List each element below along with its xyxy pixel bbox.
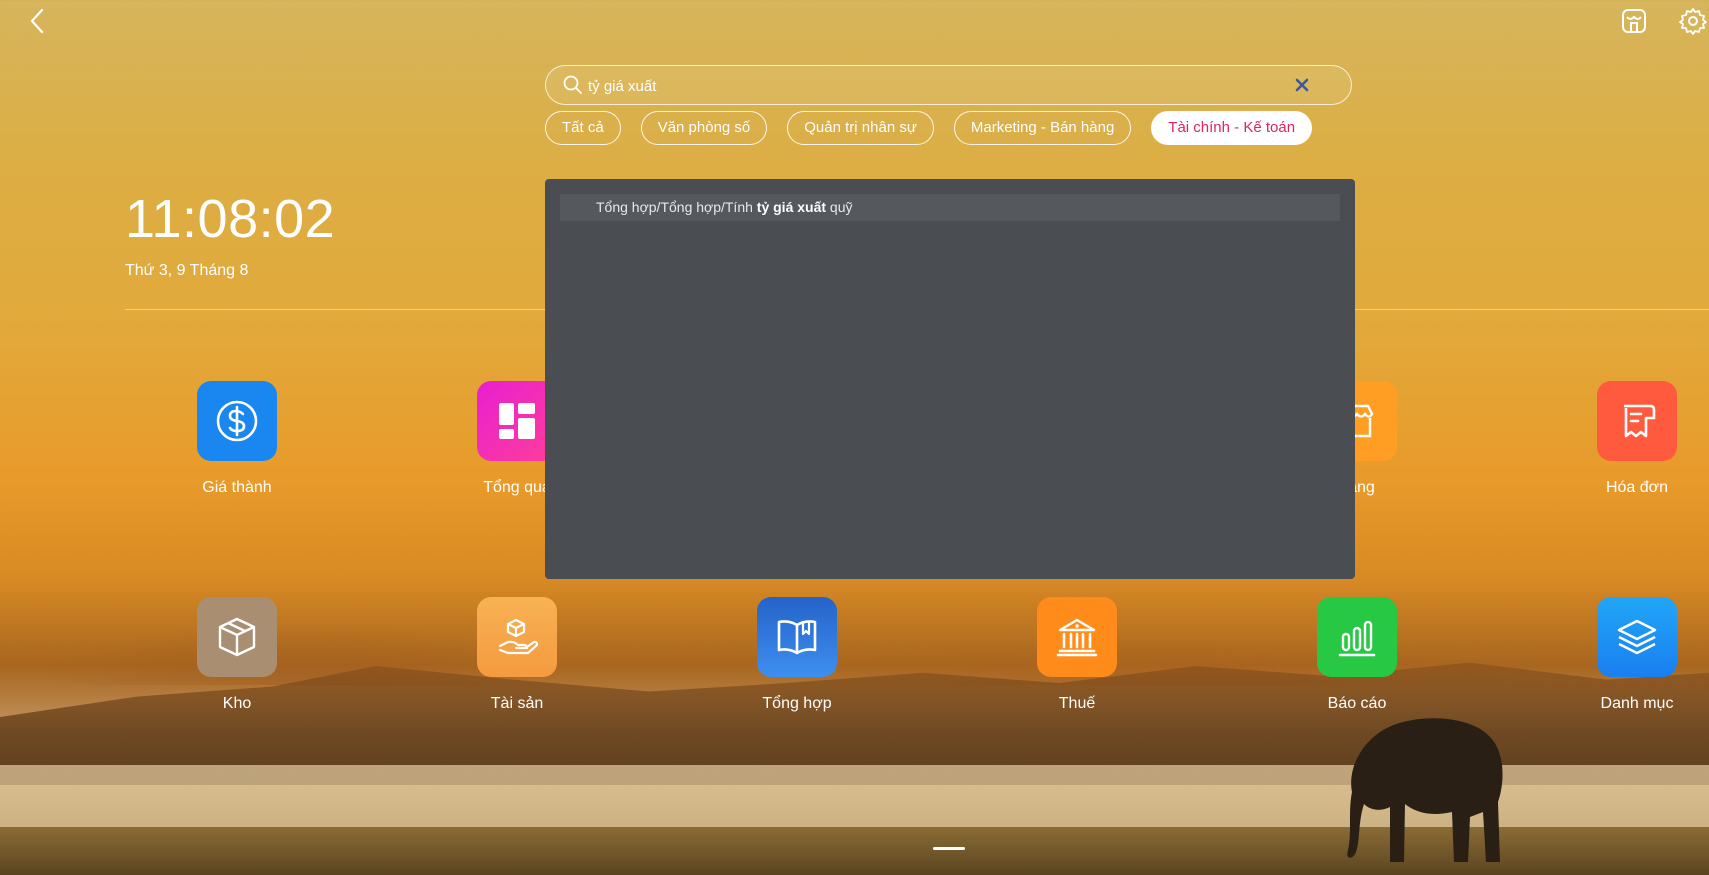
app-label: Báo cáo (1327, 695, 1387, 712)
app-tile (1037, 597, 1117, 677)
elephant-silhouette (1347, 718, 1503, 862)
result-path: Tổng hợp/Tổng hợp/Tính (596, 199, 757, 215)
store-button[interactable] (1619, 6, 1649, 36)
app-warehouse[interactable]: Kho (157, 597, 317, 713)
search-input[interactable] (586, 72, 1290, 100)
search-result-item[interactable]: Tổng hợp/Tổng hợp/Tính tỷ giá xuất quỹ (560, 194, 1340, 221)
receipt-icon (1624, 404, 1656, 438)
app-tile (757, 597, 837, 677)
dollar-circle-icon (216, 400, 258, 442)
app-label: Giá thành (202, 479, 272, 496)
app-tile (1597, 381, 1677, 461)
chevron-left-icon (30, 8, 44, 34)
dashboard-icon (499, 403, 535, 439)
layers-icon (1617, 619, 1657, 655)
clock-date: Thứ 3, 9 Tháng 8 (125, 262, 249, 279)
app-label: Kho (222, 695, 252, 712)
search-bar (545, 65, 1352, 105)
app-label: Tài sản (490, 695, 544, 712)
clear-search-icon[interactable] (1293, 76, 1311, 94)
search-icon (563, 75, 582, 94)
app-tile (197, 381, 277, 461)
category-filter: Tất cả Văn phòng số Quản trị nhân sự Mar… (545, 111, 1332, 145)
app-cost-price[interactable]: Giá thành (157, 381, 317, 497)
app-tile (1317, 597, 1397, 677)
book-icon (777, 620, 817, 655)
settings-button[interactable] (1678, 6, 1708, 36)
app-catalog[interactable]: Danh mục (1557, 597, 1709, 713)
bank-icon (1056, 618, 1098, 657)
app-tile (1597, 597, 1677, 677)
app-label: Tổng hợp (762, 695, 832, 712)
app-tile (197, 597, 277, 677)
chip-hr[interactable]: Quản trị nhân sự (787, 111, 934, 145)
app-label: Hóa đơn (1605, 479, 1669, 496)
chip-all[interactable]: Tất cả (545, 111, 621, 145)
chip-finance-accounting[interactable]: Tài chính - Kế toán (1151, 111, 1313, 145)
clock-time: 11:08:02 (125, 189, 336, 249)
app-general-ledger[interactable]: Tổng hợp (717, 597, 877, 713)
page-indicator[interactable] (933, 847, 965, 850)
store-icon (1622, 9, 1646, 33)
chip-digital-office[interactable]: Văn phòng số (640, 111, 768, 145)
asset-hand-icon (498, 618, 539, 655)
result-suffix: quỹ (826, 199, 853, 215)
result-match: tỷ giá xuất (756, 199, 827, 215)
gear-icon (1679, 8, 1707, 35)
app-tax[interactable]: Thuế (997, 597, 1157, 713)
box-icon (218, 617, 256, 657)
app-assets[interactable]: Tài sản (437, 597, 597, 713)
chip-marketing-sales[interactable]: Marketing - Bán hàng (953, 111, 1132, 145)
app-label: Thuế (1058, 695, 1096, 712)
app-reports[interactable]: Báo cáo (1277, 597, 1437, 713)
app-invoice[interactable]: Hóa đơn (1557, 381, 1709, 497)
bar-chart-icon (1338, 620, 1376, 657)
app-tile (477, 597, 557, 677)
back-button[interactable] (22, 6, 52, 36)
app-label: Danh mục (1600, 695, 1674, 712)
search-results-panel: Tổng hợp/Tổng hợp/Tính tỷ giá xuất quỹ (545, 179, 1355, 579)
